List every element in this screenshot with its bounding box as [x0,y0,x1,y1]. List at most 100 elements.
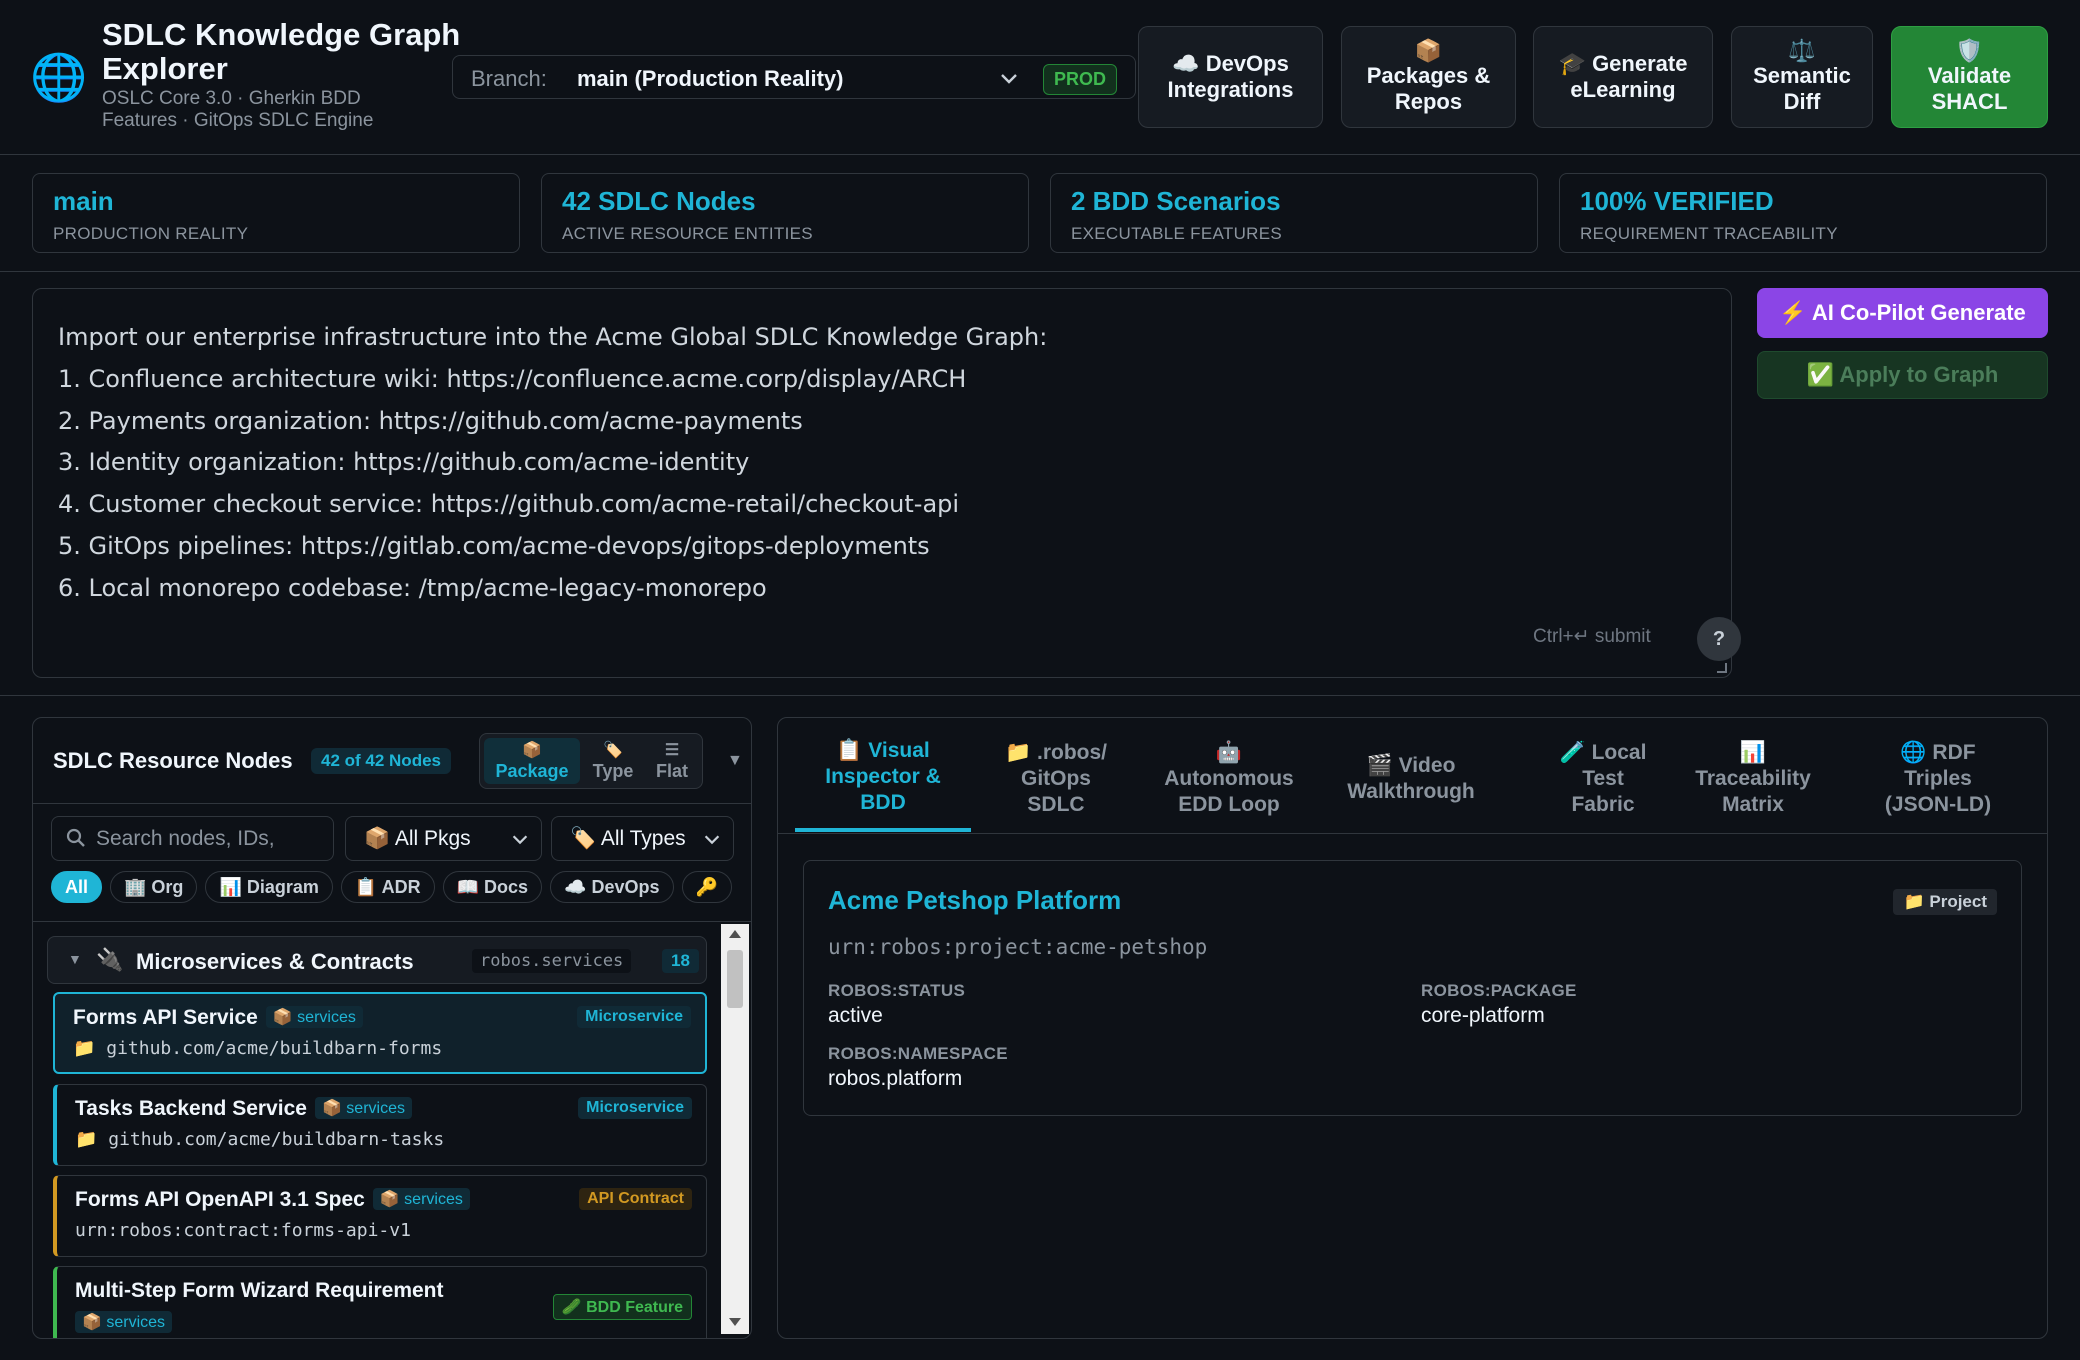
scales-icon: ⚖️ [1788,38,1816,63]
field-value-namespace: robos.platform [828,1067,963,1090]
field-label-package: ROBOS:PACKAGE [1421,981,1577,1000]
button-label: Generate eLearning [1570,51,1688,102]
node-card[interactable]: Multi-Step Form Wizard Requirement 📦 ser… [53,1266,707,1338]
divider [33,921,751,922]
group-title: Microservices & Contracts [136,949,414,974]
branch-label: Branch: [471,66,547,91]
generate-elearning-button[interactable]: 🎓 Generate eLearning [1533,26,1713,128]
scroll-down-icon[interactable] [729,1318,741,1326]
tab-local-test-fabric[interactable]: 🧪 Local Test Fabric [1543,726,1663,832]
button-label: Semantic Diff [1753,63,1851,114]
node-title: Forms API OpenAPI 3.1 Spec 📦 services [75,1188,470,1212]
chip-all[interactable]: All [51,871,103,903]
stat-value: main [53,186,114,216]
chip-org[interactable]: 🏢 Org [110,871,198,903]
stat-value: 42 SDLC Nodes [562,186,756,216]
tab-gitops-sdlc[interactable]: 📁 .robos/ GitOps SDLC [979,726,1133,832]
chip-devops[interactable]: ☁️ DevOps [550,871,674,903]
filter-chips: All 🏢 Org 📊 Diagram 📋 ADR 📖 Docs ☁️ DevOps 🔑 [51,871,751,907]
view-package-button[interactable]: 📦 Package [484,738,580,784]
tab-autonomous-edd[interactable]: 🤖 Autonomous EDD Loop [1144,726,1314,832]
scrollbar-thumb[interactable] [727,950,743,1008]
ai-copilot-generate-button[interactable]: ⚡ AI Co-Pilot Generate [1757,288,2048,338]
package-icon: 📦 [522,742,542,759]
scroll-up-icon[interactable] [729,930,741,938]
nodes-panel-title: SDLC Resource Nodes [53,748,293,773]
packages-repos-button[interactable]: 📦 Packages & Repos [1341,26,1516,128]
search-input[interactable]: Search nodes, IDs, [51,816,334,861]
app-header: 🌐 SDLC Knowledge Graph Explorer OSLC Cor… [0,0,2080,155]
group-count: 18 [662,949,699,973]
folder-icon: 📁 [1004,741,1032,764]
package-icon: 📦 [1414,38,1443,63]
tab-label: Traceability Matrix [1695,767,1811,816]
tab-visual-inspector[interactable]: 📋 Visual Inspector & BDD [795,726,971,832]
robot-icon: 🤖 [1215,741,1243,764]
field-value-package: core-platform [1421,1004,1545,1027]
tab-rdf-triples[interactable]: 🌐 RDF Triples (JSON-LD) [1843,726,2033,832]
nodes-panel: SDLC Resource Nodes 42 of 42 Nodes 📦 Pac… [32,717,752,1339]
app-title: SDLC Knowledge Graph Explorer [102,17,461,86]
package-filter-value: 📦 All Pkgs [364,827,471,850]
inspector-panel: 📋 Visual Inspector & BDD 📁 .robos/ GitOp… [777,717,2048,1339]
devops-integrations-button[interactable]: ☁️ DevOps Integrations [1138,26,1323,128]
field-label-status: ROBOS:STATUS [828,981,966,1000]
package-filter-select[interactable]: 📦 All Pkgs [345,816,542,861]
stat-nodes: 42 SDLC Nodes ACTIVE RESOURCE ENTITIES [541,173,1029,253]
stat-traceability: 100% VERIFIED REQUIREMENT TRACEABILITY [1559,173,2047,253]
inspector-title: Acme Petshop Platform [828,885,1122,915]
view-type-button[interactable]: 🏷️ Type [584,738,642,784]
shield-icon: 🛡️ [1955,38,1984,63]
chip-key[interactable]: 🔑 [681,871,732,903]
package-tag: 📦 services [75,1311,173,1333]
package-group-header[interactable]: ▼ 🔌 Microservices & Contracts robos.serv… [47,936,707,984]
search-placeholder: Search nodes, IDs, [96,827,275,850]
globe-icon: 🌐 [30,51,88,103]
chip-diagram[interactable]: 📊 Diagram [205,871,333,903]
prompt-line: 2. Payments organization: https://github… [58,406,803,435]
button-label: Validate SHACL [1927,63,2012,114]
node-title-text: Forms API OpenAPI 3.1 Spec [75,1188,365,1211]
chip-adr[interactable]: 📋 ADR [340,871,435,903]
clapper-icon: 🎬 [1366,754,1393,777]
apply-to-graph-button[interactable]: ✅ Apply to Graph [1757,351,2048,399]
resize-handle[interactable] [1717,663,1727,673]
help-button[interactable]: ? [1697,617,1741,661]
tab-bar: 📋 Visual Inspector & BDD 📁 .robos/ GitOp… [778,718,2047,834]
env-badge: PROD [1043,64,1118,95]
node-card[interactable]: Forms API OpenAPI 3.1 Spec 📦 services urn… [53,1175,707,1257]
tab-traceability-matrix[interactable]: 📊 Traceability Matrix [1678,726,1828,832]
node-card[interactable]: Forms API Service 📦 services 📁 github.com… [53,992,707,1074]
test-tube-icon: 🧪 [1559,741,1586,764]
chip-docs[interactable]: 📖 Docs [442,871,543,903]
validate-shacl-button[interactable]: 🛡️ Validate SHACL [1891,26,2048,128]
type-badge: 🥒 BDD Feature [552,1294,692,1320]
prompt-textarea[interactable]: Import our enterprise infrastructure int… [32,288,1741,678]
chevron-down-icon [1001,74,1017,84]
stat-label: PRODUCTION REALITY [53,224,249,243]
view-label: Type [592,761,634,781]
nodes-panel-header: SDLC Resource Nodes 42 of 42 Nodes 📦 Pac… [33,718,751,804]
button-label: Packages & Repos [1366,63,1491,114]
stat-bdd: 2 BDD Scenarios EXECUTABLE FEATURES [1050,173,1538,253]
branch-selector[interactable]: Branch: main (Production Reality) PROD [452,55,1136,99]
semantic-diff-button[interactable]: ⚖️ Semantic Diff [1731,26,1873,128]
node-title: Tasks Backend Service 📦 services [75,1097,412,1121]
scrollbar[interactable] [721,924,749,1334]
stat-label: ACTIVE RESOURCE ENTITIES [562,224,813,243]
cloud-icon: ☁️ [1172,51,1200,76]
node-title-text: Forms API Service [73,1006,258,1029]
view-flat-button[interactable]: ☰ Flat [644,738,700,784]
list-icon: ☰ [664,742,680,759]
node-card[interactable]: Tasks Backend Service 📦 services 📁 github… [53,1084,707,1166]
type-filter-value: 🏷️ All Types [570,827,686,850]
collapse-panel-icon[interactable]: ▼ [727,752,743,770]
package-tag: 📦 services [372,1188,470,1210]
search-icon [66,828,85,847]
type-filter-select[interactable]: 🏷️ All Types [551,816,734,861]
graduation-cap-icon: 🎓 [1558,51,1586,76]
tab-video-walkthrough[interactable]: 🎬 Video Walkthrough [1326,726,1496,832]
view-toggle: 📦 Package 🏷️ Type ☰ Flat [479,733,703,789]
node-urn: urn:robos:contract:forms-api-v1 [75,1220,411,1241]
prompt-line: 3. Identity organization: https://github… [58,448,750,477]
